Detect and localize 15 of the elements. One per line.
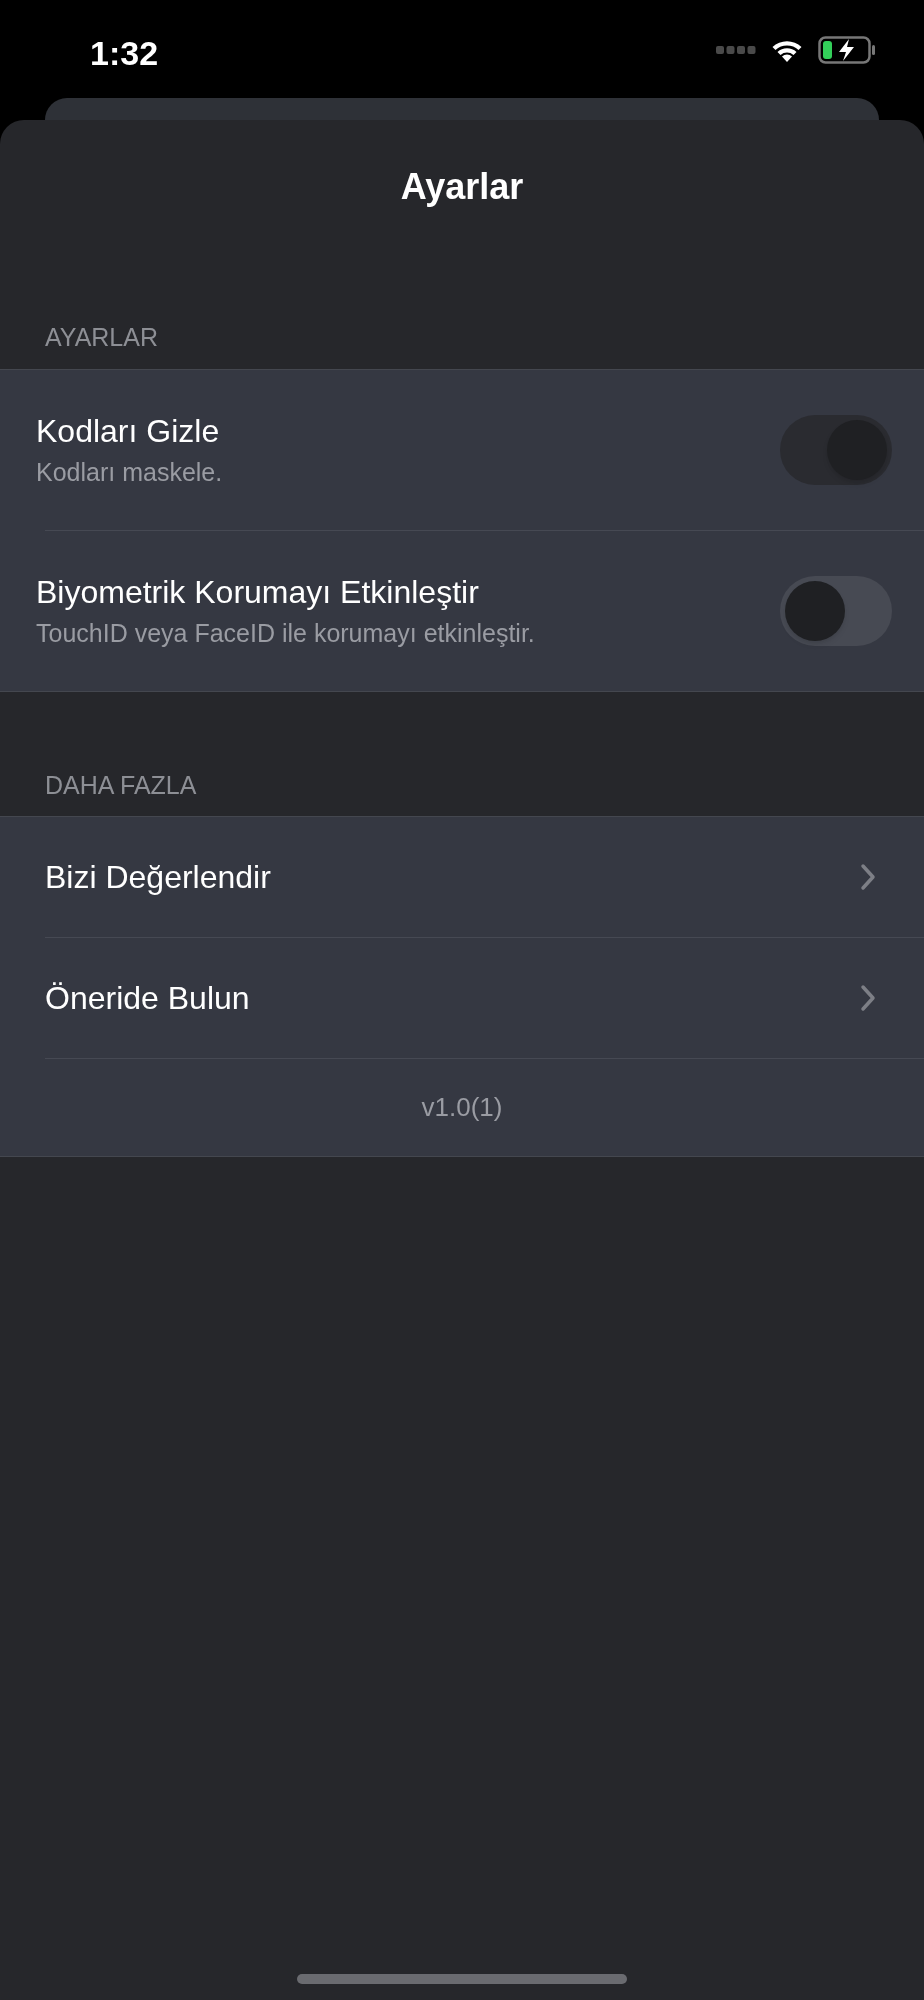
setting-description: Kodları maskele. (36, 456, 223, 488)
setting-title: Biyometrik Korumayı Etkinleştir (36, 572, 480, 612)
menu-item[interactable]: Öneride Bulun (0, 938, 924, 1058)
status-time: 1:32 (90, 33, 159, 74)
section-header: AYARLAR (45, 323, 158, 351)
chevron-right-icon (860, 863, 876, 891)
menu-item[interactable]: Bizi Değerlendir (0, 817, 924, 937)
setting-description: TouchID veya FaceID ile korumayı etkinleştir. (36, 617, 535, 649)
setting-title: Kodları Gizle (36, 411, 221, 451)
page-title: Ayarlar (400, 165, 524, 209)
battery-charging-icon (818, 36, 876, 64)
chevron-right-icon (860, 984, 876, 1012)
version-label: v1.0(1) (421, 1091, 503, 1124)
section-header: DAHA FAZLA (45, 770, 197, 799)
cellular-signal-icon (716, 45, 756, 55)
